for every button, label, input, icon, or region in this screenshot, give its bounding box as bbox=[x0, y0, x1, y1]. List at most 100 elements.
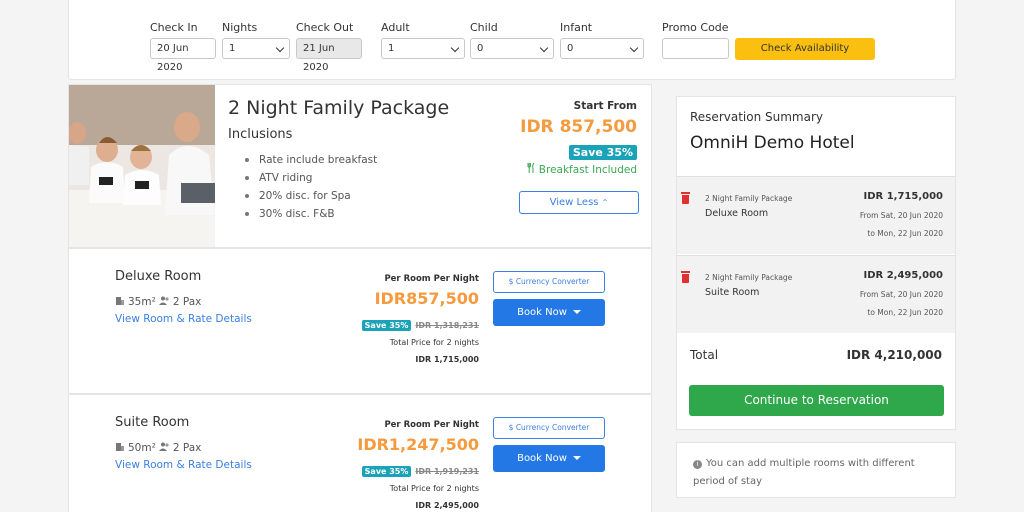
package-card: 2 Night Family Package Inclusions Rate i… bbox=[68, 84, 652, 248]
caret-down-icon bbox=[572, 310, 581, 314]
check-out-label: Check Out bbox=[296, 21, 354, 34]
adult-select[interactable]: 1 bbox=[381, 38, 465, 59]
book-now-label: Book Now bbox=[517, 307, 567, 318]
summary-package-name: 2 Night Family Package bbox=[705, 194, 793, 203]
currency-converter-label: Currency Converter bbox=[515, 277, 590, 286]
list-item: 30% disc. F&B bbox=[245, 205, 377, 223]
room-save: Save 35% IDR 1,919,231 bbox=[361, 466, 479, 477]
adult-label: Adult bbox=[381, 21, 410, 34]
book-now-button[interactable]: Book Now bbox=[493, 299, 605, 326]
building-icon bbox=[115, 441, 125, 454]
promo-group: Promo Code bbox=[662, 21, 729, 35]
view-less-button[interactable]: View Less ⌃ bbox=[519, 191, 639, 214]
breakfast-label: Breakfast Included bbox=[538, 164, 637, 176]
total-price: IDR 1,715,000 bbox=[415, 355, 479, 364]
promo-code-input[interactable] bbox=[662, 38, 729, 59]
chevron-up-icon: ⌃ bbox=[601, 198, 609, 207]
total-price: IDR 2,495,000 bbox=[415, 501, 479, 510]
promo-label: Promo Code bbox=[662, 21, 729, 34]
info-note-text: You can add multiple rooms with differen… bbox=[693, 458, 915, 487]
total-price-label: Total Price for 2 nights bbox=[389, 484, 479, 493]
dollar-icon: $ bbox=[508, 277, 514, 286]
breakfast-included: Breakfast Included bbox=[527, 162, 637, 176]
currency-converter-button[interactable]: $ Currency Converter bbox=[493, 417, 605, 439]
room-size: 50m² bbox=[128, 441, 156, 454]
summary-to-date: to Mon, 22 Jun 2020 bbox=[867, 308, 943, 317]
infant-group: Infant bbox=[560, 21, 592, 35]
users-icon bbox=[158, 442, 170, 454]
summary-to-date: to Mon, 22 Jun 2020 bbox=[867, 229, 943, 238]
save-badge: Save 35% bbox=[361, 320, 412, 331]
info-icon: i bbox=[693, 460, 702, 469]
list-item: Rate include breakfast bbox=[245, 151, 377, 169]
nights-select[interactable]: 1 bbox=[222, 38, 290, 59]
per-room-label: Per Room Per Night bbox=[384, 274, 479, 284]
book-now-label: Book Now bbox=[517, 453, 567, 464]
view-room-details-link[interactable]: View Room & Rate Details bbox=[115, 459, 252, 471]
book-now-button[interactable]: Book Now bbox=[493, 445, 605, 472]
room-card-suite: Suite Room 50m² 2 Pax View Room & Rate D… bbox=[68, 394, 652, 512]
room-save: Save 35% IDR 1,318,231 bbox=[361, 320, 479, 331]
check-availability-button[interactable]: Check Availability bbox=[735, 38, 875, 60]
room-price: IDR1,247,500 bbox=[357, 435, 479, 454]
inclusions-list: Rate include breakfast ATV riding 20% di… bbox=[245, 151, 377, 223]
caret-down-icon bbox=[572, 456, 581, 460]
package-title: 2 Night Family Package bbox=[228, 97, 450, 119]
summary-item: 2 Night Family Package Deluxe Room IDR 1… bbox=[677, 176, 955, 254]
check-out-input: 21 Jun 2020 bbox=[296, 38, 362, 73]
check-out-group: Check Out bbox=[296, 21, 353, 35]
room-meta: 35m² 2 Pax bbox=[115, 295, 201, 308]
room-size: 35m² bbox=[128, 295, 156, 308]
users-icon bbox=[158, 296, 170, 308]
fork-knife-icon bbox=[527, 162, 536, 176]
summary-item: 2 Night Family Package Suite Room IDR 2,… bbox=[677, 255, 955, 333]
original-price: IDR 1,919,231 bbox=[415, 467, 479, 476]
check-in-input[interactable]: 20 Jun 2020 bbox=[150, 38, 216, 73]
summary-from-date: From Sat, 20 Jun 2020 bbox=[859, 290, 943, 299]
total-value: IDR 4,210,000 bbox=[846, 348, 942, 362]
list-item: 20% disc. for Spa bbox=[245, 187, 377, 205]
room-card-deluxe: Deluxe Room 35m² 2 Pax View Room & Rate … bbox=[68, 248, 652, 394]
continue-reservation-button[interactable]: Continue to Reservation bbox=[689, 385, 944, 416]
total-price-label: Total Price for 2 nights bbox=[389, 338, 479, 347]
room-pax: 2 Pax bbox=[172, 441, 202, 454]
inclusions-label: Inclusions bbox=[228, 127, 293, 142]
summary-package-name: 2 Night Family Package bbox=[705, 273, 793, 282]
hotel-name: OmniH Demo Hotel bbox=[690, 133, 855, 153]
total-label: Total bbox=[690, 348, 719, 362]
start-from-label: Start From bbox=[573, 100, 637, 112]
summary-amount: IDR 1,715,000 bbox=[863, 191, 943, 202]
view-room-details-link[interactable]: View Room & Rate Details bbox=[115, 313, 252, 325]
currency-converter-label: Currency Converter bbox=[515, 423, 590, 432]
child-select[interactable]: 0 bbox=[470, 38, 554, 59]
infant-select[interactable]: 0 bbox=[560, 38, 644, 59]
check-in-group: Check In bbox=[150, 21, 198, 35]
trash-icon[interactable] bbox=[681, 271, 690, 283]
per-room-label: Per Room Per Night bbox=[384, 420, 479, 430]
nights-label: Nights bbox=[222, 21, 258, 34]
summary-from-date: From Sat, 20 Jun 2020 bbox=[859, 211, 943, 220]
child-label: Child bbox=[470, 21, 498, 34]
summary-amount: IDR 2,495,000 bbox=[863, 270, 943, 281]
trash-icon[interactable] bbox=[681, 192, 690, 204]
package-price: IDR 857,500 bbox=[520, 117, 637, 137]
room-price: IDR857,500 bbox=[374, 289, 479, 308]
currency-converter-button[interactable]: $ Currency Converter bbox=[493, 271, 605, 293]
family-photo bbox=[69, 85, 215, 247]
nights-group: Nights bbox=[222, 21, 257, 35]
child-group: Child bbox=[470, 21, 498, 35]
reservation-summary: Reservation Summary OmniH Demo Hotel 2 N… bbox=[676, 96, 956, 430]
room-name: Deluxe Room bbox=[115, 269, 202, 284]
room-pax: 2 Pax bbox=[172, 295, 202, 308]
check-in-label: Check In bbox=[150, 21, 198, 34]
save-badge: Save 35% bbox=[361, 466, 412, 477]
summary-heading: Reservation Summary bbox=[690, 110, 823, 124]
dollar-icon: $ bbox=[508, 423, 514, 432]
infant-label: Infant bbox=[560, 21, 593, 34]
summary-room-name: Deluxe Room bbox=[705, 208, 769, 219]
list-item: ATV riding bbox=[245, 169, 377, 187]
room-name: Suite Room bbox=[115, 415, 190, 430]
search-bar: Check In 20 Jun 2020 Nights 1 Check Out … bbox=[68, 0, 956, 80]
info-note: i You can add multiple rooms with differe… bbox=[676, 442, 956, 498]
save-badge: Save 35% bbox=[568, 145, 637, 160]
